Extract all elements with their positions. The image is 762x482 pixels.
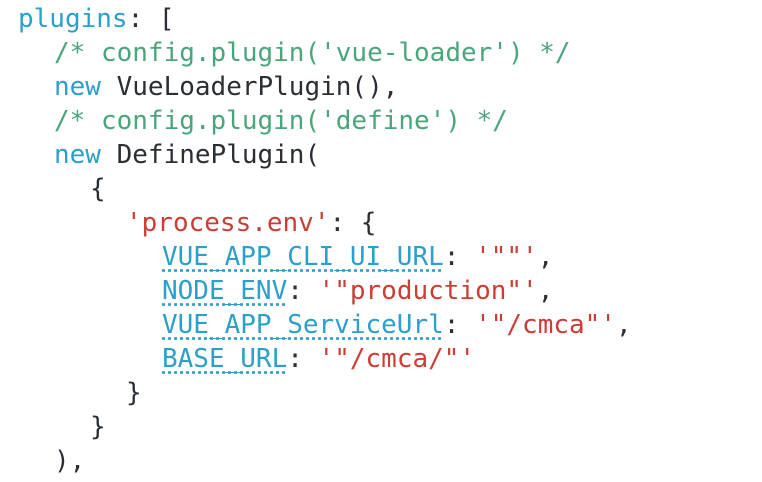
code-line: VUE_APP_CLI_UI_URL: '""', — [18, 240, 632, 274]
code-token: new — [54, 72, 101, 102]
code-token: '"/cmca"' — [475, 310, 616, 340]
code-token: /* config.plugin('define') */ — [54, 106, 508, 136]
code-token: '"/cmca/"' — [318, 344, 476, 374]
code-token: } — [126, 378, 142, 408]
code-line: NODE_ENV: '"production"', — [18, 274, 632, 308]
code-token: BASE_URL — [162, 344, 288, 374]
code-line: } — [18, 376, 632, 410]
code-token: : — [443, 242, 476, 272]
code-line: /* config.plugin('define') */ — [18, 104, 632, 138]
code-token: VUE_APP_CLI_UI_URL — [162, 242, 444, 272]
code-token: : — [287, 276, 319, 306]
code-token: VUE_APP_ServiceUrl — [162, 310, 444, 340]
code-token: plugins — [18, 4, 128, 34]
code-line: plugins: [ — [18, 2, 632, 36]
code-line: { — [18, 172, 632, 206]
code-token: NODE_ENV — [162, 276, 288, 306]
code-token: ), — [54, 446, 86, 476]
code-token: : [ — [127, 4, 175, 34]
code-line: BASE_URL: '"/cmca/"' — [18, 342, 632, 376]
code-token: new — [54, 140, 101, 170]
code-token: : — [287, 344, 319, 374]
code-line: 'process.env': { — [18, 206, 632, 240]
code-token: '"production"' — [318, 276, 538, 306]
code-line: ), — [18, 444, 632, 478]
code-token: /* config.plugin('vue-loader') */ — [54, 38, 571, 68]
code-token: } — [90, 412, 106, 442]
code-line: new DefinePlugin( — [18, 138, 632, 172]
code-line: new VueLoaderPlugin(), — [18, 70, 632, 104]
code-line: } — [18, 410, 632, 444]
code-line: VUE_APP_ServiceUrl: '"/cmca"', — [18, 308, 632, 342]
code-token: DefinePlugin( — [100, 140, 321, 170]
code-token: , — [615, 310, 632, 340]
code-line: /* config.plugin('vue-loader') */ — [18, 36, 632, 70]
code-block: plugins: [/* config.plugin('vue-loader')… — [18, 2, 632, 478]
code-token: , — [537, 276, 554, 306]
code-token: { — [90, 174, 106, 204]
code-token: , — [537, 242, 554, 272]
code-token: '""' — [475, 242, 538, 272]
code-token: VueLoaderPlugin(), — [100, 72, 399, 102]
code-token: : { — [329, 208, 377, 238]
code-token: : — [443, 310, 476, 340]
code-token: 'process.env' — [126, 208, 330, 238]
